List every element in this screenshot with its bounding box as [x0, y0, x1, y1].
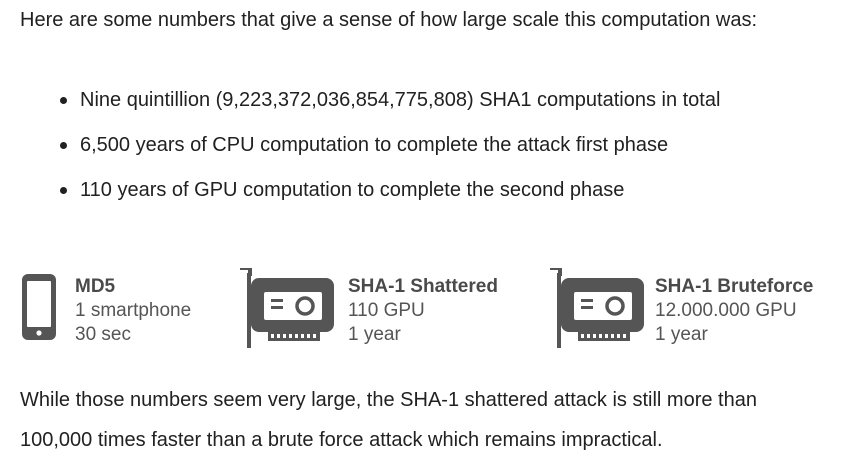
card-time: 1 year	[348, 324, 401, 345]
bullet-dot	[60, 187, 67, 194]
stats-list: Nine quintillion (9,223,372,036,854,775,…	[58, 86, 720, 221]
sha1-shattered-card-text: SHA-1 Shattered 110 GPU 1 year	[348, 275, 498, 347]
card-resource: 110 GPU	[348, 300, 425, 321]
sha1-bruteforce-card-text: SHA-1 Bruteforce 12.000.000 GPU 1 year	[655, 275, 813, 347]
bullet-dot	[60, 142, 67, 149]
card-resource: 12.000.000 GPU	[655, 300, 797, 321]
card-time: 1 year	[655, 324, 708, 345]
gpu-card-icon	[548, 266, 644, 353]
card-title: MD5	[75, 276, 116, 297]
card-time: 30 sec	[75, 324, 131, 345]
card-title: SHA-1 Shattered	[348, 276, 498, 297]
list-item: 6,500 years of CPU computation to comple…	[58, 131, 720, 176]
card-resource: 1 smartphone	[75, 300, 192, 321]
list-item-text: 6,500 years of CPU computation to comple…	[80, 134, 669, 156]
list-item-text: Nine quintillion (9,223,372,036,854,775,…	[80, 89, 721, 111]
comparison-infographic: MD5 1 smartphone 30 sec SHA-1 Shattered …	[0, 266, 845, 350]
conclusion-paragraph: While those numbers seem very large, the…	[20, 389, 757, 451]
md5-card-text: MD5 1 smartphone 30 sec	[75, 275, 191, 347]
list-item-text: 110 years of GPU computation to complete…	[80, 179, 625, 201]
intro-paragraph: Here are some numbers that give a sense …	[20, 9, 758, 31]
gpu-card-icon	[238, 266, 334, 353]
smartphone-icon	[22, 274, 56, 345]
list-item: Nine quintillion (9,223,372,036,854,775,…	[58, 86, 720, 131]
bullet-dot	[60, 97, 67, 104]
list-item: 110 years of GPU computation to complete…	[58, 176, 720, 221]
card-title: SHA-1 Bruteforce	[655, 276, 814, 297]
